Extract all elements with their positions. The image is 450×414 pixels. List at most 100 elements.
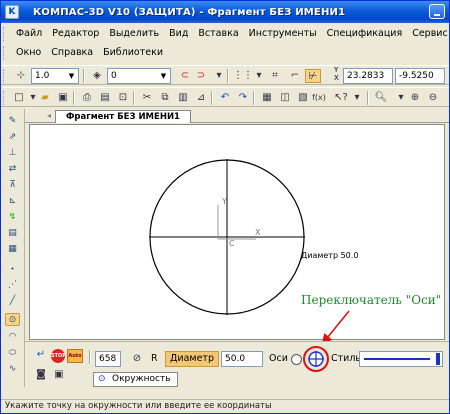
local-cs-icon[interactable]: ⌗ <box>267 69 283 83</box>
tab-scroll-icon[interactable]: ◂ <box>47 111 51 120</box>
axes-off-radio[interactable] <box>291 354 302 365</box>
stop-button[interactable]: STOP <box>51 349 66 363</box>
format-painter-icon[interactable]: ⊿ <box>193 91 209 105</box>
radius-label[interactable]: R <box>151 351 158 367</box>
open-folder-icon[interactable]: ▰ <box>37 91 53 105</box>
menu-help[interactable]: Справка <box>46 45 98 61</box>
chevron-down-icon[interactable]: ▼ <box>158 70 169 82</box>
toolbar-grip[interactable] <box>3 91 6 105</box>
cut-icon[interactable]: ✂ <box>139 91 155 105</box>
zoom-window-icon[interactable]: 🔍︎ <box>373 91 389 105</box>
edit-tool-icon[interactable]: ⇄ <box>5 163 20 176</box>
help-pointer-icon[interactable]: ↖? <box>333 91 349 105</box>
undo-icon[interactable]: ↶ <box>217 91 233 105</box>
save-icon[interactable]: ▣ <box>55 91 71 105</box>
document-tabs: ◂ Фрагмент БЕЗ ИМЕНИ1 <box>25 109 449 123</box>
grid-step-icon[interactable]: ⊹ <box>13 69 29 83</box>
library-icon[interactable]: ◫ <box>277 91 293 105</box>
menu-insert[interactable]: Вставка <box>193 26 243 42</box>
auto-create-button[interactable]: Auto <box>67 349 83 363</box>
menu-editor[interactable]: Редактор <box>47 26 104 42</box>
separator <box>83 69 85 83</box>
menu-file[interactable]: Файл <box>11 26 47 42</box>
zoom-in-icon[interactable]: ⊕ <box>407 91 423 105</box>
drawing-canvas[interactable]: Y X C Диаметр 50.0 <box>29 124 445 340</box>
preview-icon[interactable]: ⊡ <box>115 91 131 105</box>
copy-icon[interactable]: ⧉ <box>157 91 173 105</box>
tab-circle[interactable]: ⊙ Окружность <box>93 372 178 387</box>
print-preview-icon[interactable]: ▤ <box>97 91 113 105</box>
compact-panel: ✎ ⇗ ⊥ ⇄ ⊼ ⊾ ↯ ▤ ▦ • ⋰ ╱ ⊙ ◠ ⬭ ∿ <box>1 109 25 387</box>
layer-combo[interactable]: 0 ▼ <box>107 68 171 84</box>
y-coord-field[interactable]: -9.5250 <box>395 68 445 84</box>
app-window: K КОМПАС-3D V10 (ЗАЩИТА) - Фрагмент БЕЗ … <box>0 0 450 414</box>
geometry-tool-icon[interactable]: ✎ <box>5 115 20 128</box>
help-dropdown-icon[interactable]: ▾ <box>349 91 365 105</box>
grid-dropdown-icon[interactable]: ▾ <box>251 69 267 83</box>
status-text: Укажите точку на окружности или введите … <box>5 401 272 411</box>
center-coord-field[interactable]: 658 <box>95 351 121 367</box>
aux-line-tool-icon[interactable]: ⋰ <box>5 279 20 292</box>
menu-specification[interactable]: Спецификация <box>322 26 408 42</box>
ellipse-tool-icon[interactable]: ⬭ <box>5 347 20 360</box>
point-on-circle-icon[interactable]: ⊘ <box>129 352 145 366</box>
paste-icon[interactable]: ▥ <box>175 91 191 105</box>
measure-tool-icon[interactable]: ⊾ <box>5 195 20 208</box>
point-tool-icon[interactable]: • <box>5 263 20 276</box>
separator <box>253 91 255 105</box>
redo-icon[interactable]: ↷ <box>235 91 251 105</box>
layers-icon[interactable]: ◈ <box>89 69 105 83</box>
zoom-out-icon[interactable]: ⊖ <box>425 91 441 105</box>
minimize-button[interactable] <box>429 4 445 19</box>
menu-view[interactable]: Вид <box>164 26 193 42</box>
line-style-combo[interactable] <box>359 351 443 367</box>
manager-icon[interactable]: ▦ <box>259 91 275 105</box>
spline-tool-icon[interactable]: ∿ <box>5 363 20 376</box>
circle-tool-icon[interactable]: ⊙ <box>5 313 20 326</box>
line-style-sample <box>364 358 430 360</box>
ortho-icon[interactable]: ⌐ <box>287 69 303 83</box>
menu-grip[interactable] <box>3 27 6 41</box>
tab-fragment[interactable]: Фрагмент БЕЗ ИМЕНИ1 <box>55 110 191 123</box>
snapshot-icon[interactable]: ◙ <box>33 368 49 382</box>
create-object-icon[interactable]: ↵ <box>33 348 49 362</box>
arc-tool-icon[interactable]: ◠ <box>5 331 20 344</box>
report-tool-icon[interactable]: ▦ <box>5 243 20 256</box>
snap-magnet-icon[interactable]: ⊂ <box>177 69 193 83</box>
scale-combo[interactable]: 1.0 ▼ <box>31 68 79 84</box>
print-icon[interactable]: ⎙ <box>79 91 95 105</box>
style-label: Стиль <box>331 353 362 364</box>
highlight-ring <box>303 346 329 372</box>
menu-row-2: Окно Справка Библиотеки <box>11 45 168 61</box>
dropdown-small-icon[interactable]: ▾ <box>211 69 227 83</box>
chevron-down-icon[interactable]: ▼ <box>66 70 77 82</box>
separator <box>367 91 369 105</box>
separator <box>133 91 135 105</box>
diameter-switch[interactable]: Диаметр <box>165 351 219 367</box>
grid-icon[interactable]: ⋮⋮ <box>233 69 253 83</box>
menu-select[interactable]: Выделить <box>104 26 164 42</box>
params-tool-icon[interactable]: ⊼ <box>5 179 20 192</box>
menu-service[interactable]: Сервис <box>407 26 449 42</box>
diameter-field[interactable]: 50.0 <box>221 351 263 367</box>
snap-active-icon[interactable]: ⊬ <box>305 69 321 83</box>
spec-tool-icon[interactable]: ▤ <box>5 227 20 240</box>
line-style-marker <box>436 353 440 365</box>
segment-tool-icon[interactable]: ╱ <box>5 295 20 308</box>
toolbar-grip[interactable] <box>3 69 6 83</box>
menu-libraries[interactable]: Библиотеки <box>98 45 168 61</box>
current-state-toolbar: ⊹ 1.0 ▼ ◈ 0 ▼ ⊂ ⊃ ▾ ⋮⋮ ▾ ⌗ ⌐ ⊬ Y X 23.2833… <box>1 65 449 85</box>
menu-tools[interactable]: Инструменты <box>244 26 322 42</box>
menu-window[interactable]: Окно <box>11 45 46 61</box>
menu-grip-2[interactable] <box>3 46 6 60</box>
separator <box>89 350 91 364</box>
x-coord-field[interactable]: 23.2833 <box>343 68 393 84</box>
select-tool-icon[interactable]: ↯ <box>5 211 20 224</box>
function-icon[interactable]: f(x) <box>311 91 327 105</box>
center-label: C <box>229 239 235 248</box>
designations-tool-icon[interactable]: ⊥ <box>5 147 20 160</box>
remember-state-icon[interactable]: ▣ <box>51 368 67 382</box>
dimensions-tool-icon[interactable]: ⇗ <box>5 131 20 144</box>
variables-icon[interactable]: ▧ <box>295 91 311 105</box>
snap-settings-icon[interactable]: ⊃ <box>193 69 209 83</box>
